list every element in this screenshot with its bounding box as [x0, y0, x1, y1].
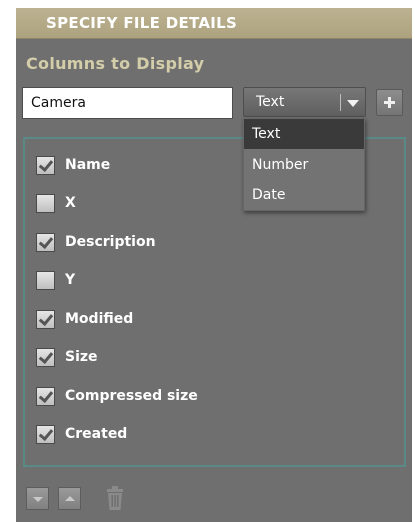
list-item[interactable]: Created	[36, 422, 127, 446]
dropdown-option-number[interactable]: Number	[244, 150, 364, 180]
list-item[interactable]: Compressed size	[36, 384, 198, 408]
chevron-down-icon	[347, 100, 359, 107]
move-up-button[interactable]	[58, 487, 81, 510]
column-label: Created	[65, 426, 128, 442]
list-item[interactable]: Name	[36, 153, 110, 177]
column-checkbox[interactable]	[36, 347, 55, 367]
list-item[interactable]: Size	[36, 345, 98, 369]
section-title: Columns to Display	[26, 54, 205, 73]
column-label: Name	[65, 157, 111, 173]
arrow-up-icon	[65, 496, 75, 501]
move-down-button[interactable]	[26, 487, 49, 510]
column-label: Y	[65, 272, 76, 288]
list-item[interactable]: X	[36, 191, 76, 215]
dropdown-option-date[interactable]: Date	[244, 180, 364, 210]
column-label: Size	[65, 349, 98, 365]
list-item[interactable]: Description	[36, 230, 156, 254]
column-checkbox[interactable]	[36, 155, 55, 175]
add-column-button[interactable]	[376, 89, 403, 116]
panel-header-title: SPECIFY FILE DETAILS	[46, 14, 238, 32]
list-item[interactable]: Y	[36, 268, 75, 292]
column-checkbox[interactable]	[36, 193, 55, 213]
select-divider	[340, 94, 341, 111]
panel-header: SPECIFY FILE DETAILS	[16, 8, 412, 39]
trash-icon[interactable]	[106, 485, 124, 511]
column-name-input[interactable]	[22, 87, 233, 119]
column-checkbox[interactable]	[36, 232, 55, 252]
column-label: X	[65, 195, 76, 211]
column-checkbox[interactable]	[36, 270, 55, 290]
dropdown-option-text[interactable]: Text	[244, 119, 364, 149]
column-checkbox[interactable]	[36, 386, 55, 406]
column-label: Modified	[65, 311, 134, 327]
column-checkbox[interactable]	[36, 424, 55, 444]
column-checkbox[interactable]	[36, 309, 55, 329]
arrow-down-icon	[33, 497, 43, 502]
column-label: Compressed size	[65, 388, 198, 404]
column-type-dropdown-menu: Text Number Date	[243, 118, 365, 211]
column-type-select[interactable]: Text	[243, 87, 366, 117]
column-type-select-value: Text	[256, 94, 285, 110]
column-label: Description	[65, 234, 156, 250]
list-item[interactable]: Modified	[36, 307, 133, 331]
